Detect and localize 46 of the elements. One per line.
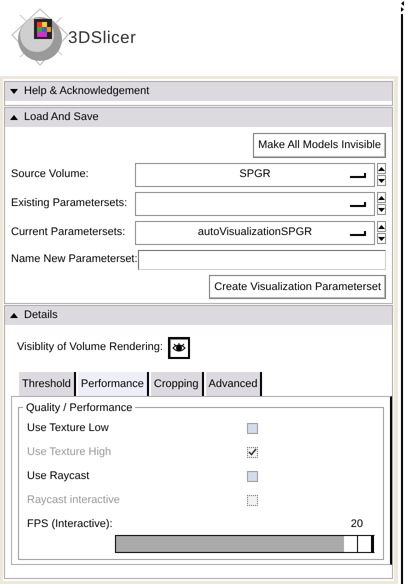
down-arrow-icon — [378, 178, 385, 182]
spin-down-button[interactable] — [377, 175, 386, 186]
up-arrow-icon — [378, 196, 385, 200]
tab[interactable]: Cropping — [150, 372, 204, 396]
checkbox[interactable] — [247, 422, 258, 434]
dropdown[interactable]: autoVisualizationSPGR — [135, 220, 375, 244]
logo-text: 3DSlicer — [68, 27, 136, 50]
section-header[interactable]: Help & Acknowledgement — [5, 82, 392, 101]
option-label: Use Raycast — [27, 468, 90, 484]
down-arrow-icon — [378, 236, 385, 240]
slider-value: 20 — [350, 517, 363, 532]
option-label: Use Texture High — [27, 444, 112, 460]
tab[interactable]: Advanced — [206, 372, 262, 396]
create-parameterset-button[interactable]: Create Visualization Parameterset — [209, 274, 386, 299]
dropdown[interactable]: SPGR — [135, 162, 375, 186]
option-label: Raycast interactive — [27, 492, 121, 508]
name-input-field[interactable] — [138, 250, 386, 270]
up-arrow-icon — [378, 166, 385, 170]
collapse-arrow-icon — [10, 313, 18, 318]
tab[interactable]: Performance — [78, 372, 149, 396]
option-label: Use Texture Low — [27, 420, 110, 436]
field-label: Existing Parametersets: — [11, 196, 128, 212]
tab[interactable]: Threshold — [19, 372, 76, 396]
slider-thumb[interactable] — [344, 536, 374, 552]
up-arrow-icon — [378, 224, 385, 228]
spin-up-button[interactable] — [377, 192, 386, 203]
checkbox[interactable] — [247, 470, 258, 482]
field-label: Name New Parameterset: — [11, 252, 138, 268]
field-label: Current Parametersets: — [11, 225, 126, 240]
eye-icon — [172, 342, 186, 352]
spin-down-button[interactable] — [377, 204, 386, 215]
visibility-label: Visiblity of Volume Rendering: — [17, 340, 163, 356]
visibility-toggle-button[interactable] — [168, 336, 190, 358]
section-header[interactable]: Details — [5, 306, 392, 325]
field-label: Source Volume: — [11, 167, 90, 182]
spin-up-button[interactable] — [377, 163, 386, 174]
section-header[interactable]: Load And Save — [5, 108, 392, 127]
down-arrow-icon — [378, 208, 385, 212]
spin-down-button[interactable] — [377, 233, 386, 244]
group-title: Quality / Performance — [23, 400, 136, 416]
make-invisible-button[interactable]: Make All Models Invisible — [253, 133, 386, 158]
slider-label: FPS (Interactive): — [27, 517, 113, 532]
expand-arrow-icon — [10, 89, 18, 94]
scroll-arrows-icon[interactable] — [400, 0, 404, 12]
spin-up-button[interactable] — [377, 221, 386, 232]
collapse-arrow-icon — [10, 115, 18, 120]
